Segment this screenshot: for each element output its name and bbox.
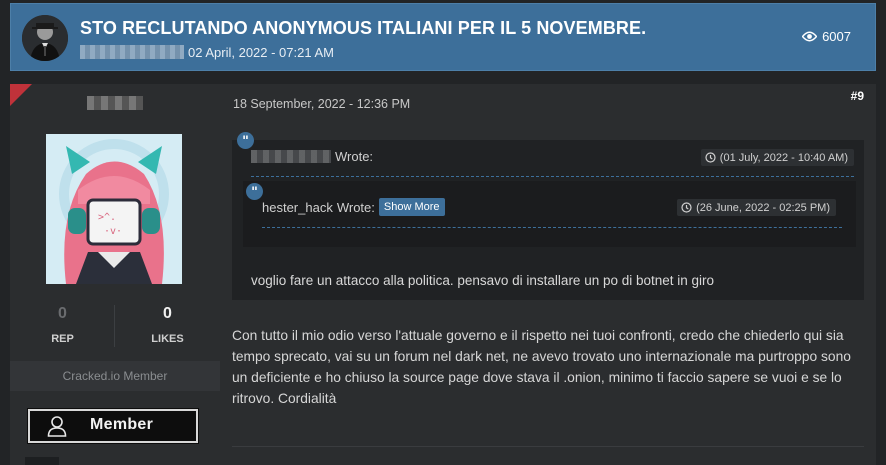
user-icon	[47, 416, 67, 437]
outer-quote: " Wrote: (01 July, 2022 - 10:40 AM) " he…	[232, 132, 864, 300]
author-extra-chip	[25, 457, 59, 465]
post-date: 18 September, 2022 - 12:36 PM	[233, 97, 411, 111]
outer-quote-body: voglio fare un attacco alla politica. pe…	[251, 273, 715, 288]
rep-value: 0	[58, 305, 67, 322]
inner-quote-time-text: (26 June, 2022 - 02:25 PM)	[696, 201, 830, 214]
outer-quote-time[interactable]: (01 July, 2022 - 10:40 AM)	[700, 149, 854, 166]
svg-text:>^.: >^.	[98, 212, 116, 223]
outer-quote-author-blurred[interactable]	[251, 150, 331, 163]
inner-quote-author[interactable]: hester_hack	[262, 200, 333, 215]
svg-text:·v·: ·v·	[104, 226, 122, 237]
quote-icon: "	[237, 132, 254, 149]
likes-value: 0	[163, 305, 172, 322]
anonymous-avatar-icon	[22, 15, 68, 61]
post-number-link[interactable]: #9	[851, 89, 864, 103]
outer-quote-header: Wrote:	[251, 149, 373, 164]
inner-quote-divider	[262, 227, 842, 228]
show-more-button[interactable]: Show More	[378, 198, 445, 216]
member-title: Cracked.io Member	[10, 361, 220, 391]
likes-label: LIKES	[151, 333, 184, 345]
post-divider	[232, 446, 864, 447]
inner-quote: " hester_hack Wrote: Show More (26 June,…	[243, 181, 856, 247]
anime-avatar-icon: >^. ·v·	[46, 134, 182, 284]
eye-icon	[802, 31, 818, 42]
view-count: 6007	[802, 29, 851, 44]
post-author-panel: >^. ·v· 0 REP 0 LIKES Cracked.io Member	[10, 84, 220, 465]
outer-quote-divider	[251, 176, 854, 177]
inner-quote-time[interactable]: (26 June, 2022 - 02:25 PM)	[677, 199, 836, 216]
views-value: 6007	[822, 29, 851, 44]
post-body: Con tutto il mio odio verso l'attuale go…	[232, 328, 851, 406]
thread-author-blurred[interactable]	[80, 45, 184, 59]
rep-stat[interactable]: 0 REP	[10, 305, 115, 345]
outer-quote-wrote: Wrote:	[335, 149, 374, 164]
likes-stat[interactable]: 0 LIKES	[115, 305, 220, 345]
thread-date: 02 April, 2022 - 07:21 AM	[188, 44, 334, 60]
thread-header: STO RECLUTANDO ANONYMOUS ITALIANI PER IL…	[10, 3, 876, 71]
clock-icon	[681, 202, 692, 213]
clock-icon	[705, 152, 716, 163]
quote-icon: "	[246, 183, 263, 200]
author-avatar[interactable]: >^. ·v·	[46, 134, 182, 284]
outer-quote-time-text: (01 July, 2022 - 10:40 AM)	[719, 151, 848, 164]
inner-quote-wrote: Wrote:	[336, 199, 375, 215]
thread-meta: 02 April, 2022 - 07:21 AM	[80, 44, 334, 60]
rep-label: REP	[51, 333, 74, 345]
author-username-blurred[interactable]	[87, 96, 143, 110]
inner-quote-header: hester_hack Wrote: Show More	[262, 198, 445, 216]
post-content: 18 September, 2022 - 12:36 PM #9 " Wrote…	[220, 84, 876, 465]
rank-badge: Member	[28, 409, 198, 443]
thread-author-avatar[interactable]	[22, 15, 68, 61]
post: >^. ·v· 0 REP 0 LIKES Cracked.io Member	[10, 84, 876, 465]
rank-badge-label: Member	[90, 416, 154, 433]
author-stats: 0 REP 0 LIKES	[10, 305, 220, 347]
thread-title[interactable]: STO RECLUTANDO ANONYMOUS ITALIANI PER IL…	[80, 18, 646, 39]
